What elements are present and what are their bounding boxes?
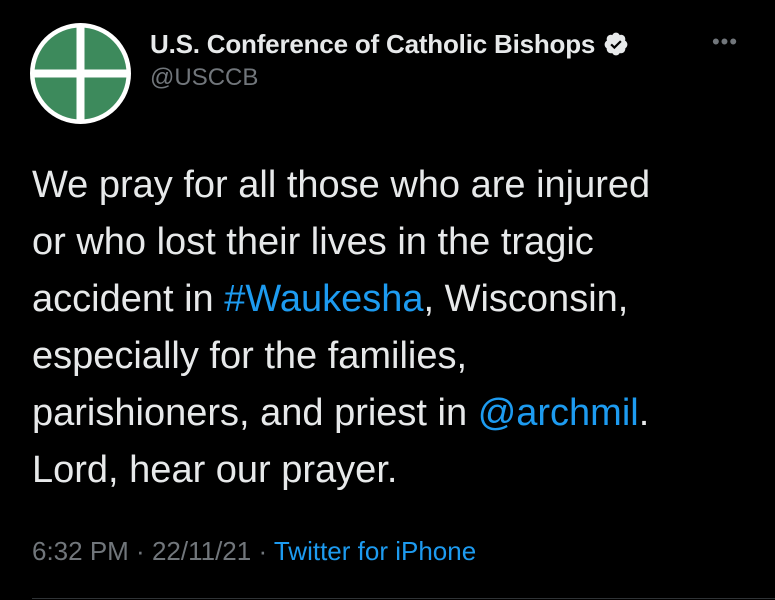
hashtag-link-waukesha[interactable]: #Waukesha bbox=[224, 278, 423, 320]
tweet-text-segment: We pray for all those who are injured bbox=[32, 164, 651, 206]
mention-link-archmil[interactable]: @archmil bbox=[478, 392, 639, 434]
tweet-source-link[interactable]: Twitter for iPhone bbox=[274, 536, 476, 566]
author-handle[interactable]: @USCCB bbox=[150, 64, 258, 92]
author-display-name[interactable]: U.S. Conference of Catholic Bishops bbox=[150, 29, 595, 60]
tweet-line: Lord, hear our prayer. bbox=[32, 442, 752, 499]
tweet-line: or who lost their lives in the tragic bbox=[32, 214, 752, 271]
tweet-line: especially for the families, bbox=[32, 328, 752, 385]
verified-badge-icon bbox=[603, 31, 629, 57]
tweet-text-segment: , Wisconsin, bbox=[423, 278, 629, 320]
more-options-icon[interactable]: ••• bbox=[708, 30, 742, 54]
tweet-text-segment: parishioners, and priest in bbox=[32, 392, 478, 434]
author-name-row[interactable]: U.S. Conference of Catholic Bishops bbox=[150, 26, 629, 62]
tweet-line: parishioners, and priest in @archmil. bbox=[32, 385, 752, 442]
tweet-detail: U.S. Conference of Catholic Bishops ••• … bbox=[0, 0, 775, 600]
tweet-text-segment: Lord, hear our prayer. bbox=[32, 449, 398, 491]
tweet-text-segment: . bbox=[638, 392, 650, 434]
meta-separator: · bbox=[128, 536, 152, 566]
tweet-text-segment: accident in bbox=[32, 278, 225, 320]
tweet-text: We pray for all those who are injured or… bbox=[32, 157, 752, 499]
divider bbox=[32, 598, 775, 599]
tweet-meta: 6:32 PM · 22/11/21 · Twitter for iPhone bbox=[32, 536, 476, 567]
tweet-line: accident in #Waukesha, Wisconsin, bbox=[32, 271, 752, 328]
meta-separator: · bbox=[251, 536, 274, 566]
tweet-text-segment: especially for the families, bbox=[32, 335, 468, 377]
tweet-date[interactable]: 22/11/21 bbox=[152, 536, 251, 566]
tweet-text-segment: or who lost their lives in the tragic bbox=[32, 221, 594, 263]
usccb-cross-logo-icon bbox=[34, 27, 127, 120]
tweet-line: We pray for all those who are injured bbox=[32, 157, 752, 214]
tweet-time[interactable]: 6:32 PM bbox=[32, 536, 129, 566]
avatar[interactable] bbox=[30, 23, 131, 124]
